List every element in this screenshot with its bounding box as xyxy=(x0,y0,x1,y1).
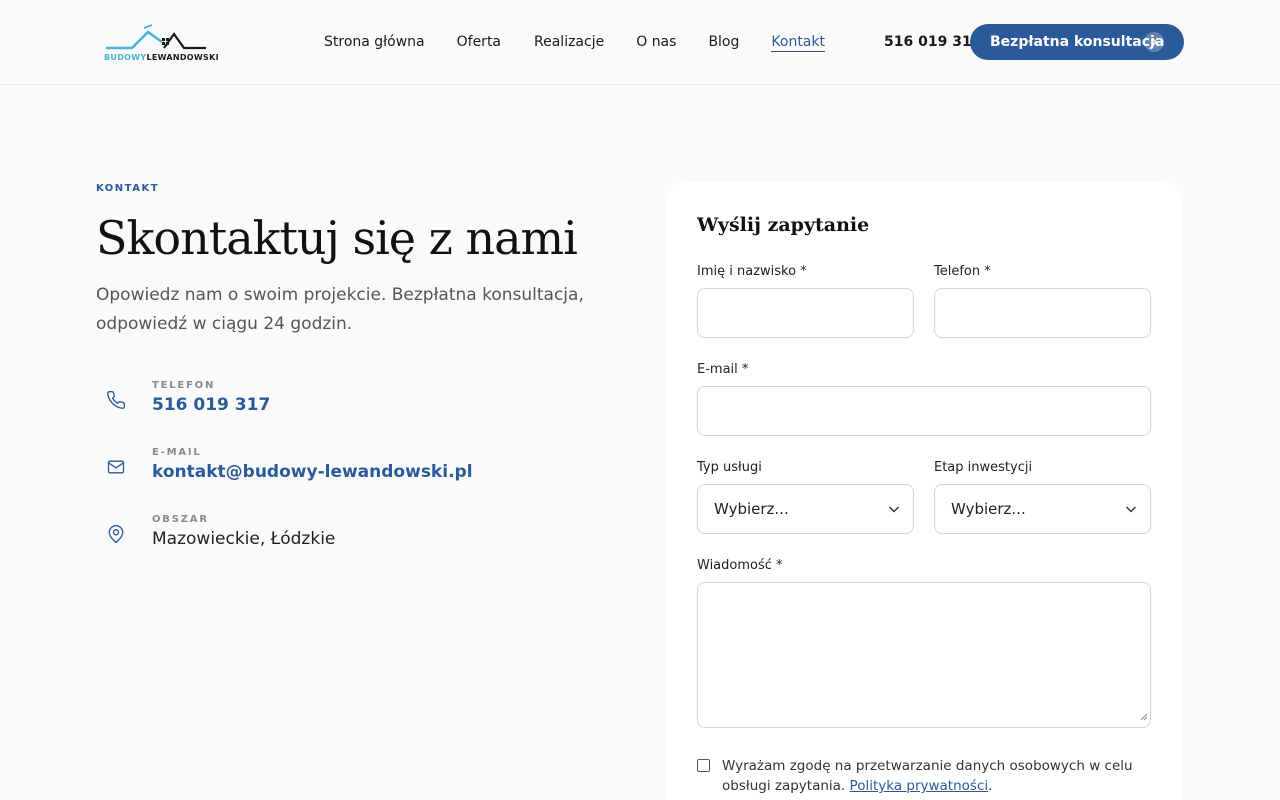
chevron-down-icon xyxy=(1124,502,1138,520)
chevron-right-icon xyxy=(1144,32,1164,52)
form-title: Wyślij zapytanie xyxy=(697,214,870,236)
message-label: Wiadomość * xyxy=(697,558,783,573)
nav-item-about[interactable]: O nas xyxy=(636,33,676,52)
nav-item-projects[interactable]: Realizacje xyxy=(534,33,604,52)
contact-phone-label: TELEFON xyxy=(152,380,216,391)
message-textarea[interactable] xyxy=(697,582,1151,728)
contact-phone: TELEFON 516 019 317 xyxy=(96,380,596,430)
service-type-label: Typ usługi xyxy=(697,460,762,475)
mail-icon xyxy=(106,457,126,477)
service-type-value: Wybierz... xyxy=(714,500,789,518)
contact-email-link[interactable]: kontakt@budowy-lewandowski.pl xyxy=(152,462,473,482)
chevron-down-icon xyxy=(887,502,901,520)
investment-stage-value: Wybierz... xyxy=(951,500,1026,518)
investment-stage-select[interactable]: Wybierz... xyxy=(934,484,1151,534)
cta-label: Bezpłatna konsultacja xyxy=(990,34,1165,50)
consent-text: Wyrażam zgodę na przetwarzanie danych os… xyxy=(722,756,1142,796)
contact-email-label: E-MAIL xyxy=(152,447,202,458)
phone-icon xyxy=(106,390,126,410)
logo-house-icon xyxy=(106,24,206,50)
logo[interactable]: BUDOWYLEWANDOWSKI xyxy=(104,22,230,62)
logo-text-part2: LEWANDOWSKI xyxy=(146,53,219,62)
phone-input[interactable] xyxy=(934,288,1151,338)
main-nav: Strona główna Oferta Realizacje O nas Bl… xyxy=(324,33,825,52)
email-input[interactable] xyxy=(697,386,1151,436)
nav-item-home[interactable]: Strona główna xyxy=(324,33,425,52)
investment-stage-label: Etap inwestycji xyxy=(934,460,1033,475)
header-phone-link[interactable]: 516 019 317 xyxy=(884,33,981,51)
map-pin-icon xyxy=(106,524,126,544)
section-eyebrow: KONTAKT xyxy=(96,183,160,194)
logo-text: BUDOWYLEWANDOWSKI xyxy=(104,53,219,62)
contact-email: E-MAIL kontakt@budowy-lewandowski.pl xyxy=(96,447,596,497)
free-consultation-button[interactable]: Bezpłatna konsultacja xyxy=(970,24,1184,60)
nav-item-blog[interactable]: Blog xyxy=(708,33,739,52)
resize-handle-icon[interactable] xyxy=(1140,706,1148,725)
logo-text-part1: BUDOWY xyxy=(104,53,147,62)
consent-checkbox[interactable] xyxy=(697,759,710,772)
contact-area: OBSZAR Mazowieckie, Łódzkie xyxy=(96,514,596,564)
name-input[interactable] xyxy=(697,288,914,338)
consent-end: . xyxy=(988,778,993,794)
email-label: E-mail * xyxy=(697,362,749,377)
privacy-policy-link[interactable]: Polityka prywatności xyxy=(850,778,989,794)
inquiry-form-card: Wyślij zapytanie Imię i nazwisko * Telef… xyxy=(665,182,1183,800)
nav-item-offer[interactable]: Oferta xyxy=(457,33,501,52)
contact-area-label: OBSZAR xyxy=(152,514,209,525)
page-title: Skontaktuj się z nami xyxy=(96,211,578,265)
contact-area-value: Mazowieckie, Łódzkie xyxy=(152,529,336,549)
contact-phone-link[interactable]: 516 019 317 xyxy=(152,395,270,415)
name-label: Imię i nazwisko * xyxy=(697,264,807,279)
nav-item-contact[interactable]: Kontakt xyxy=(771,33,825,52)
phone-label: Telefon * xyxy=(934,264,991,279)
page-lead: Opowiedz nam o swoim projekcie. Bezpłatn… xyxy=(96,285,584,334)
site-header: BUDOWYLEWANDOWSKI Strona główna Oferta R… xyxy=(0,0,1280,85)
service-type-select[interactable]: Wybierz... xyxy=(697,484,914,534)
